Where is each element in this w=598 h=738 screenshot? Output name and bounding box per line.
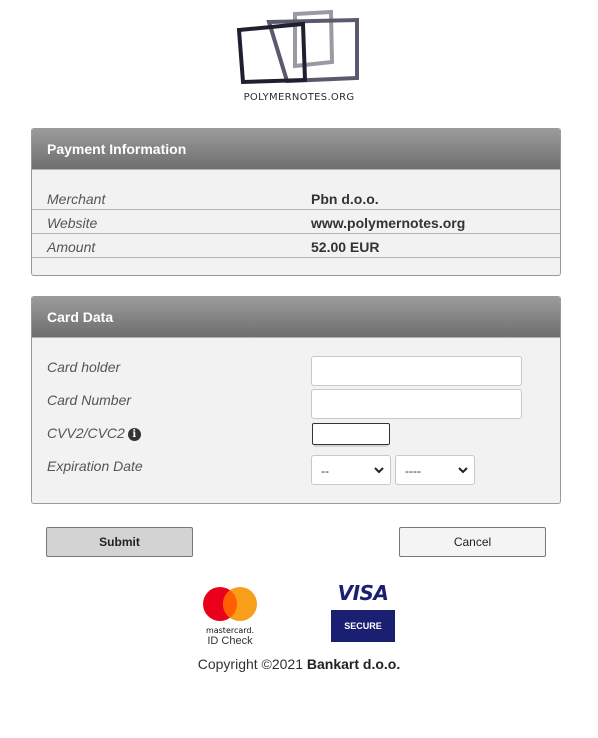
card-holder-input[interactable] [311, 356, 522, 386]
chevron-down-icon [374, 467, 384, 474]
logo-text: POLYMERNOTES.ORG [243, 92, 355, 103]
panel-title: Payment Information [32, 129, 560, 170]
merchant-logo: POLYMERNOTES.ORG [0, 8, 598, 103]
info-icon[interactable]: i [127, 428, 141, 441]
cvv-label: CVV2/CVC2 [47, 425, 125, 441]
visa-secure-badge: SECURE [331, 610, 395, 642]
expiry-year-select[interactable]: ---- [395, 455, 475, 485]
panel-divider [32, 169, 560, 170]
submit-button[interactable]: Submit [46, 527, 193, 557]
payment-information-panel: Payment Information Merchant Pbn d.o.o. … [31, 128, 561, 276]
expiry-month-select[interactable]: -- [311, 455, 391, 485]
cvv-label-wrap: CVV2/CVC2 i [47, 425, 141, 441]
expiration-date-label: Expiration Date [47, 458, 143, 474]
mastercard-wordmark: mastercard. [205, 626, 255, 635]
amount-row: Amount 52.00 EUR [32, 234, 560, 258]
website-label: Website [47, 215, 98, 231]
cancel-button[interactable]: Cancel [399, 527, 546, 557]
amount-label: Amount [47, 239, 96, 255]
panel-divider [32, 337, 560, 338]
card-holder-label: Card holder [47, 359, 121, 375]
polymernotes-logo-icon [237, 9, 359, 85]
merchant-value: Pbn d.o.o. [311, 191, 379, 207]
chevron-down-icon [458, 467, 468, 474]
visa-wordmark: VISA [337, 581, 389, 605]
website-value: www.polymernotes.org [311, 215, 466, 231]
mastercard-icon [203, 587, 257, 621]
merchant-row: Merchant Pbn d.o.o. [32, 186, 560, 210]
id-check-text: ID Check [207, 635, 253, 647]
amount-value: 52.00 EUR [311, 239, 380, 255]
merchant-label: Merchant [47, 191, 106, 207]
card-number-label: Card Number [47, 392, 132, 408]
website-row: Website www.polymernotes.org [32, 210, 560, 234]
cvv-input[interactable] [312, 423, 390, 445]
mastercard-id-check-logo: mastercard. ID Check [200, 586, 260, 647]
panel-title: Card Data [32, 297, 560, 338]
copyright-text: Copyright ©2021 [197, 656, 307, 672]
expiry-year-value: ---- [405, 464, 421, 478]
card-number-input[interactable] [311, 389, 522, 419]
payment-page: POLYMERNOTES.ORG Payment Information Mer… [0, 0, 598, 738]
card-data-panel: Card Data Card holder Card Number CVV2/C… [31, 296, 561, 504]
copyright-footer: Copyright ©2021 Bankart d.o.o. [0, 656, 598, 672]
expiry-month-value: -- [321, 464, 329, 478]
copyright-company: Bankart d.o.o. [306, 656, 401, 672]
